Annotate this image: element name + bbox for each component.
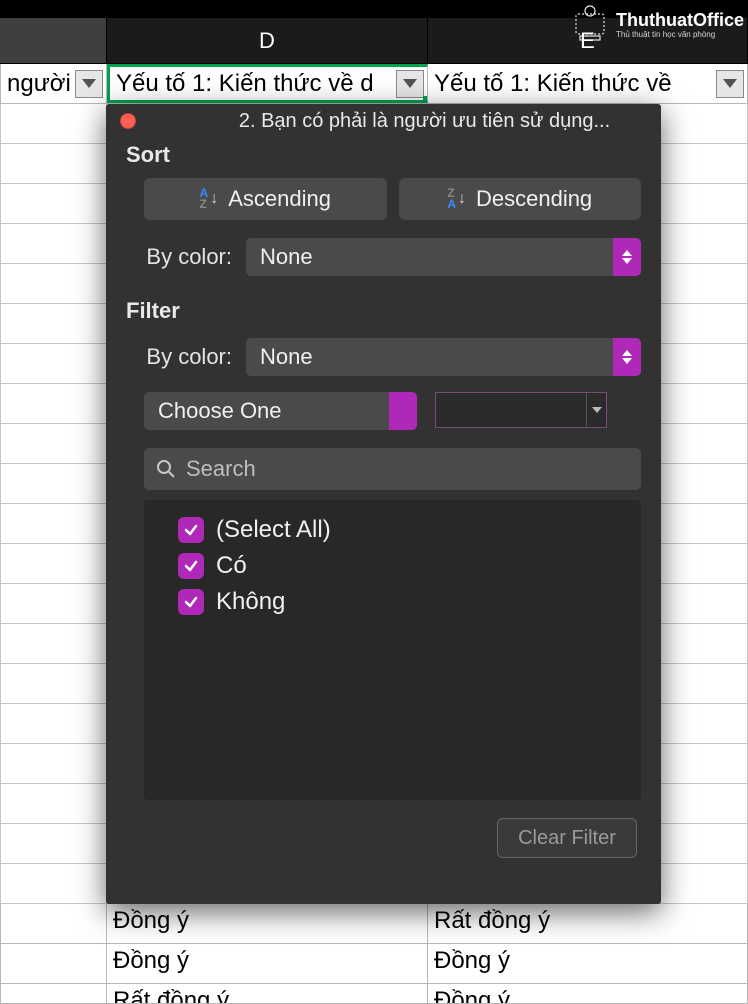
header-cell-e[interactable]: Yếu tố 1: Kiến thức về xyxy=(428,64,748,103)
column-header-d[interactable]: D xyxy=(107,18,428,63)
stepper-icon xyxy=(613,338,641,376)
filter-value-label: Có xyxy=(216,552,247,580)
column-header-e[interactable]: E xyxy=(428,18,748,63)
cell[interactable]: Đồng ý xyxy=(107,944,428,983)
popup-title: 2. Bạn có phải là người ưu tiên sử dụng.… xyxy=(202,110,647,133)
filter-value-combobox[interactable] xyxy=(435,392,607,428)
cell[interactable]: Rất đồng ý xyxy=(428,904,748,943)
search-placeholder: Search xyxy=(186,456,256,482)
filter-dropdown-button-d[interactable] xyxy=(396,70,424,98)
sort-by-color-select[interactable]: None xyxy=(246,238,641,276)
sort-descending-button[interactable]: ZA ↓ Descending xyxy=(399,178,642,220)
table-row[interactable]: Rất đồng ý Đồng ý xyxy=(0,984,748,1004)
sort-ascending-label: Ascending xyxy=(228,186,331,212)
filter-value-label: (Select All) xyxy=(216,516,331,544)
cell[interactable]: Rất đồng ý xyxy=(107,984,428,1003)
filter-value-label: Không xyxy=(216,588,285,616)
cell[interactable]: Đồng ý xyxy=(428,984,748,1003)
filter-search-input[interactable]: Search xyxy=(144,448,641,490)
filter-dropdown-button-e[interactable] xyxy=(716,70,744,98)
close-icon[interactable] xyxy=(120,113,136,129)
stepper-icon xyxy=(613,238,641,276)
sort-section-label: Sort xyxy=(106,138,661,178)
header-cells-row: người Yếu tố 1: Kiến thức về d Yếu tố 1:… xyxy=(0,64,748,104)
autofilter-popup: 2. Bạn có phải là người ưu tiên sử dụng.… xyxy=(106,104,661,904)
filter-by-color-select[interactable]: None xyxy=(246,338,641,376)
header-cell-c-text: người xyxy=(7,70,71,98)
data-rows: Đồng ý Rất đồng ý Đồng ý Đồng ý Rất đồng… xyxy=(0,904,748,1004)
clear-filter-button[interactable]: Clear Filter xyxy=(497,818,637,858)
filter-dropdown-button-c[interactable] xyxy=(75,70,103,98)
search-icon xyxy=(156,459,176,479)
stepper-icon xyxy=(389,392,417,430)
sort-ascending-button[interactable]: AZ ↓ Ascending xyxy=(144,178,387,220)
checkbox-checked-icon[interactable] xyxy=(178,517,204,543)
checkbox-checked-icon[interactable] xyxy=(178,553,204,579)
popup-titlebar: 2. Bạn có phải là người ưu tiên sử dụng.… xyxy=(106,104,661,138)
header-cell-d-text: Yếu tố 1: Kiến thức về d xyxy=(116,70,374,98)
cell[interactable] xyxy=(0,904,107,943)
cell[interactable]: Đồng ý xyxy=(428,944,748,983)
sort-by-color-value: None xyxy=(260,244,313,270)
header-cell-c[interactable]: người xyxy=(0,64,107,103)
header-cell-d[interactable]: Yếu tố 1: Kiến thức về d xyxy=(107,64,428,103)
sort-az-icon: AZ ↓ xyxy=(200,188,219,210)
checkbox-checked-icon[interactable] xyxy=(178,589,204,615)
cell[interactable] xyxy=(0,984,107,1003)
filter-value-item[interactable]: Có xyxy=(178,552,625,580)
column-header-row: D E ThuthuatOffice Thủ thuật tin học văn… xyxy=(0,18,748,64)
clear-filter-label: Clear Filter xyxy=(518,827,616,850)
filter-by-color-label: By color: xyxy=(136,344,232,370)
cell[interactable] xyxy=(0,944,107,983)
filter-value-select-all[interactable]: (Select All) xyxy=(178,516,625,544)
chevron-down-icon xyxy=(586,393,606,427)
filter-condition-value: Choose One xyxy=(158,398,282,424)
filter-section-label: Filter xyxy=(106,294,661,334)
cell[interactable]: Đồng ý xyxy=(107,904,428,943)
column-header-c[interactable] xyxy=(0,18,107,63)
sort-za-icon: ZA ↓ xyxy=(447,188,466,210)
table-row[interactable]: Đồng ý Đồng ý xyxy=(0,944,748,984)
filter-values-panel: (Select All) Có Không xyxy=(144,500,641,800)
sort-descending-label: Descending xyxy=(476,186,592,212)
filter-value-item[interactable]: Không xyxy=(178,588,625,616)
filter-by-color-value: None xyxy=(260,344,313,370)
table-row[interactable]: Đồng ý Rất đồng ý xyxy=(0,904,748,944)
filter-condition-select[interactable]: Choose One xyxy=(144,392,417,430)
top-strip xyxy=(0,0,748,18)
header-cell-e-text: Yếu tố 1: Kiến thức về xyxy=(434,70,672,98)
sort-by-color-label: By color: xyxy=(136,244,232,270)
